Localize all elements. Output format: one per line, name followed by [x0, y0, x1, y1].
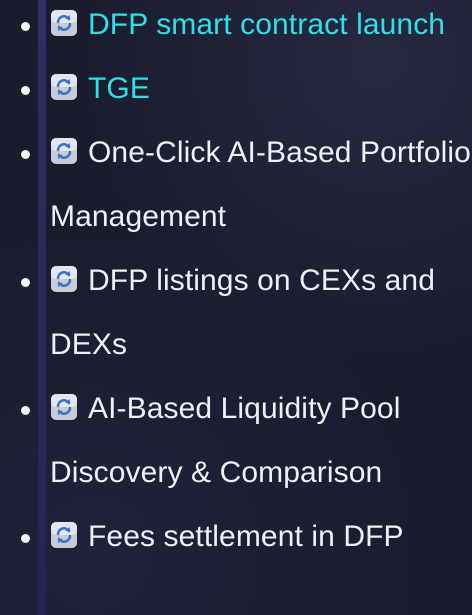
- roadmap-item-dfp-listings: DFP listings on CEXs and DEXs: [0, 249, 472, 377]
- roadmap-item-label: DFP smart contract launch: [88, 8, 446, 41]
- roadmap-item-label: Fees settlement in DFP: [88, 520, 404, 553]
- list-bullet: [21, 22, 30, 31]
- roadmap-item-liquidity-pool-discovery: AI-Based Liquidity Pool Discovery & Comp…: [0, 377, 472, 505]
- roadmap-item-tge: TGE: [0, 57, 472, 121]
- list-bullet: [21, 534, 30, 543]
- roadmap-item-label: DFP listings on CEXs and DEXs: [50, 264, 436, 361]
- roadmap-item-portfolio-management: One-Click AI-Based Portfolio Management: [0, 121, 472, 249]
- roadmap-item-dfp-smart-contract-launch: DFP smart contract launch: [0, 0, 472, 57]
- roadmap-item-label: One-Click AI-Based Portfolio Management: [50, 136, 471, 233]
- refresh-icon: [50, 252, 78, 292]
- refresh-icon: [50, 0, 78, 36]
- refresh-icon: [50, 508, 78, 548]
- refresh-icon: [50, 380, 78, 420]
- list-bullet: [21, 406, 30, 415]
- roadmap-item-label: AI-Based Liquidity Pool Discovery & Comp…: [50, 392, 401, 489]
- refresh-icon: [50, 124, 78, 164]
- list-bullet: [21, 150, 30, 159]
- roadmap-item-label: TGE: [88, 72, 150, 105]
- list-bullet: [21, 278, 30, 287]
- list-bullet: [21, 86, 30, 95]
- refresh-icon: [50, 60, 78, 100]
- roadmap-list: DFP smart contract launch TGE One-Click …: [0, 0, 472, 569]
- roadmap-item-fees-settlement: Fees settlement in DFP: [0, 505, 472, 569]
